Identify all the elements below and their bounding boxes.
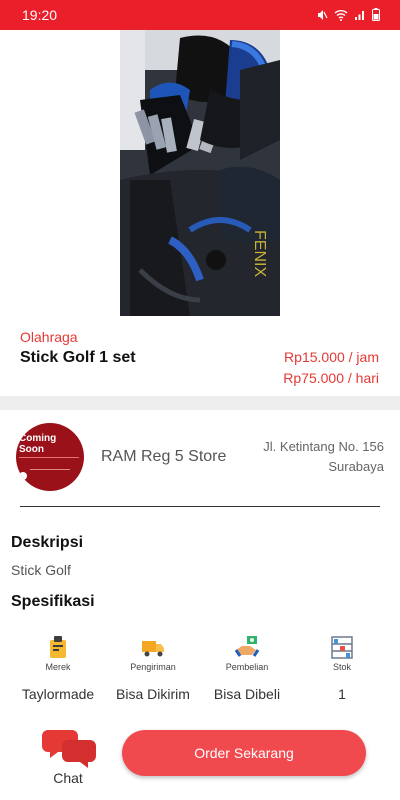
store-card[interactable]: Coming Soon RAM Reg 5 Store Jl. Ketintan… — [0, 410, 400, 510]
store-logo-dot — [19, 472, 27, 480]
spec-stock-label: Stok — [332, 662, 351, 672]
battery-icon — [372, 8, 380, 21]
spec-purchase: Pembelian Bisa Dibeli — [197, 634, 297, 702]
signal-icon — [355, 10, 364, 20]
brand-tag-icon — [50, 636, 66, 658]
svg-text:FENIX: FENIX — [251, 230, 268, 277]
price-per-day: Rp75.000 / hari — [283, 370, 379, 386]
store-logo[interactable]: Coming Soon — [16, 423, 84, 491]
chat-button[interactable]: Chat — [40, 726, 100, 790]
description-title: Deskripsi — [11, 534, 84, 551]
wifi-icon — [334, 9, 348, 21]
spec-purchase-value: Bisa Dibeli — [213, 686, 281, 702]
store-address-line1: Jl. Ketintang No. 156 — [263, 439, 384, 454]
spec-brand-value: Taylormade — [21, 686, 95, 702]
delivery-truck-icon — [142, 641, 164, 657]
section-separator — [0, 396, 400, 410]
store-divider — [20, 506, 380, 507]
order-now-button[interactable]: Order Sekarang — [122, 730, 366, 776]
chat-bubbles-icon — [42, 730, 96, 768]
spec-delivery: Pengiriman Bisa Dikirim — [103, 634, 203, 702]
product-category: Olahraga — [20, 329, 78, 345]
spec-stock-value: 1 — [338, 686, 346, 702]
mute-icon — [318, 9, 328, 20]
status-bar: 19:20 — [0, 0, 400, 30]
spec-brand-label: Merek — [45, 662, 71, 672]
price-per-hour: Rp15.000 / jam — [284, 349, 379, 365]
store-logo-lines — [30, 469, 70, 481]
spec-purchase-label: Pembelian — [225, 662, 269, 672]
status-icons — [316, 8, 380, 21]
product-image-area: FENIX — [0, 30, 400, 316]
spec-delivery-value: Bisa Dikirim — [116, 686, 190, 702]
spec-brand: Merek Taylormade — [8, 634, 108, 702]
store-logo-line — [19, 457, 79, 458]
product-title: Stick Golf 1 set — [20, 349, 136, 366]
status-time: 19:20 — [22, 7, 58, 23]
store-address-line2: Surabaya — [328, 459, 384, 474]
spec-delivery-label: Pengiriman — [130, 662, 176, 672]
product-photo: FENIX — [120, 30, 280, 316]
store-name[interactable]: RAM Reg 5 Store — [101, 448, 226, 466]
description-text: Stick Golf — [11, 562, 71, 578]
product-info: Olahraga Stick Golf 1 set Rp15.000 / jam… — [0, 316, 400, 396]
spec-stock: Stok 1 — [292, 634, 392, 702]
chat-label: Chat — [53, 770, 83, 786]
store-logo-text: Coming Soon — [19, 433, 57, 455]
store-address: Jl. Ketintang No. 156 Surabaya — [263, 437, 384, 477]
specifications-grid: Merek Taylormade Pengiriman Bisa Dikirim… — [0, 634, 400, 714]
stock-shelf-icon — [331, 636, 353, 659]
golf-bag-image: FENIX — [120, 30, 280, 316]
specifications-title: Spesifikasi — [11, 593, 95, 610]
purchase-handshake-icon — [234, 636, 260, 657]
